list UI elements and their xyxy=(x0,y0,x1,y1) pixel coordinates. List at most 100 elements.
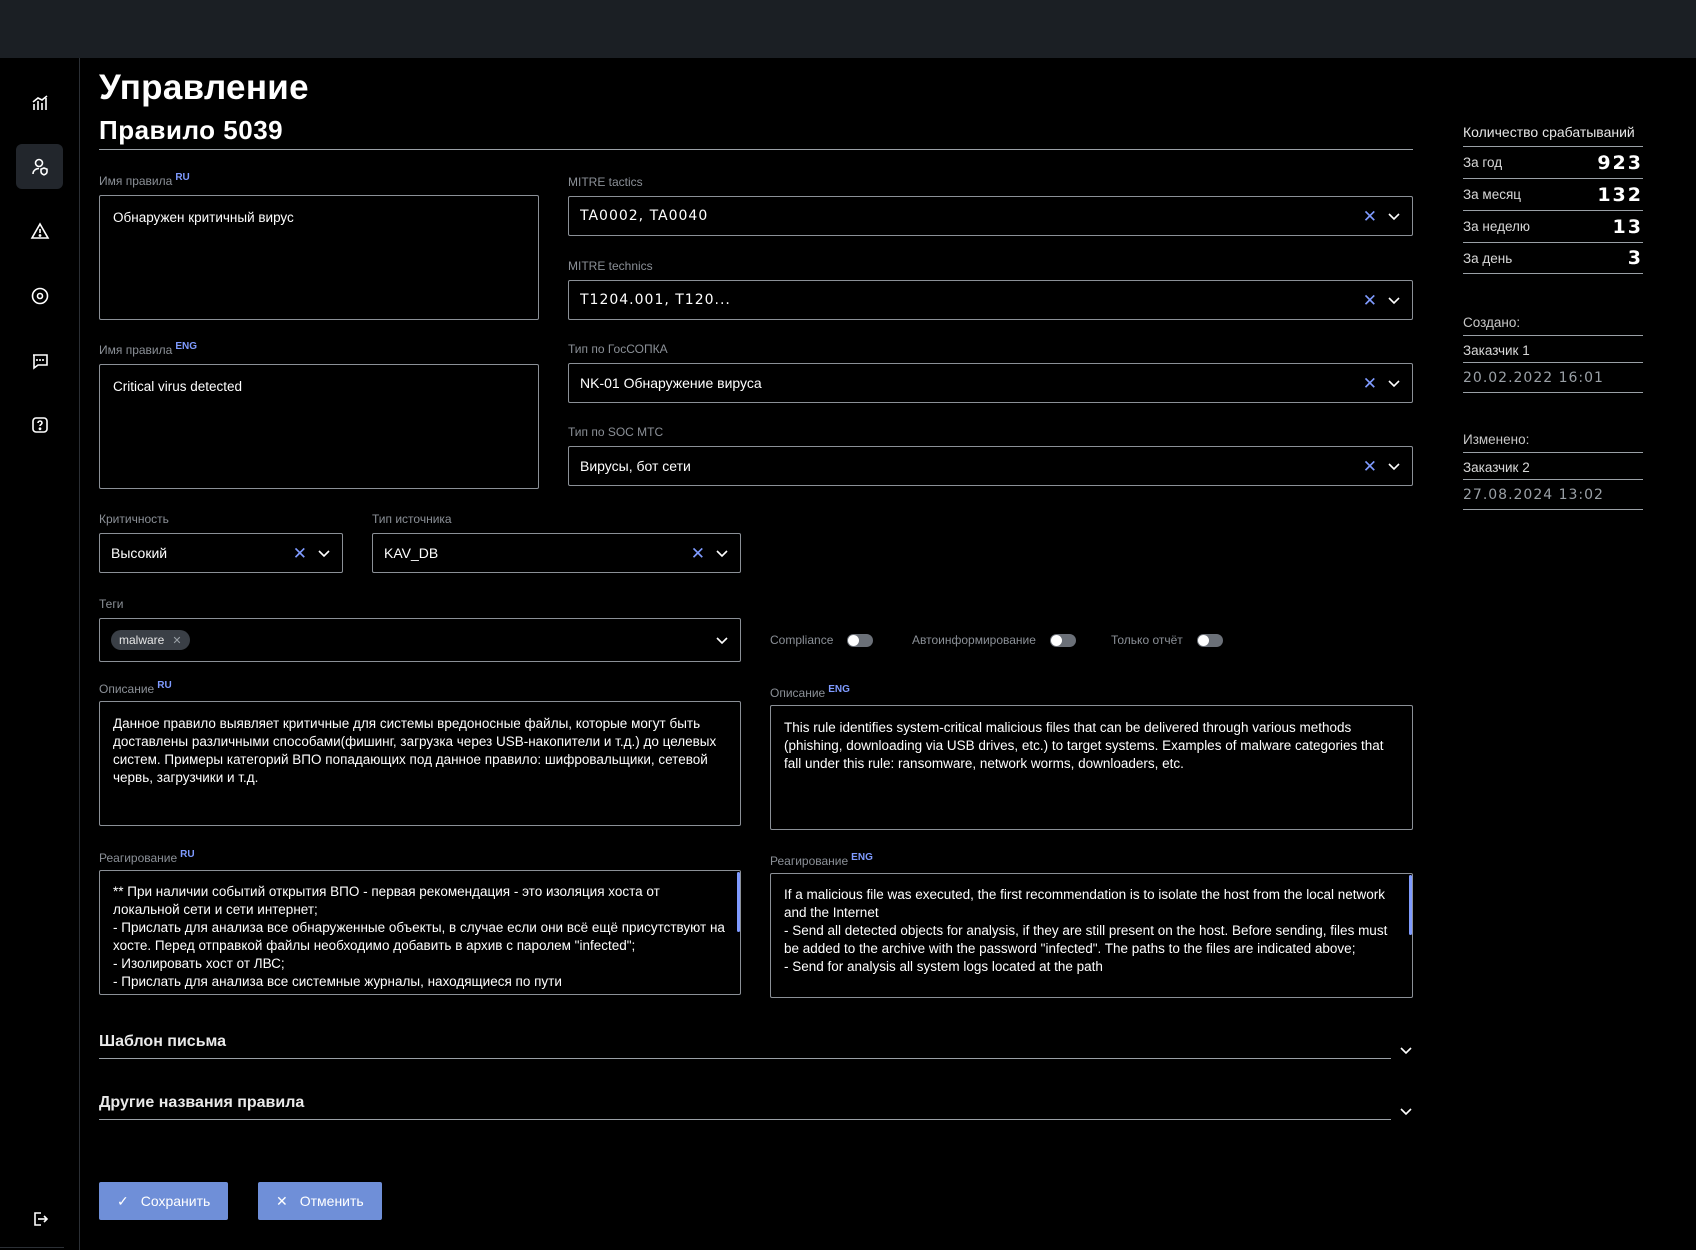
autoinform-toggle[interactable] xyxy=(1049,633,1076,647)
close-icon: ✕ xyxy=(276,1192,288,1209)
save-label: Сохранить xyxy=(140,1193,211,1209)
mail-template-title: Шаблон письма xyxy=(99,1033,227,1050)
desc-ru-input[interactable]: Данное правило выявляет критичные для си… xyxy=(99,701,741,826)
clear-icon[interactable]: ✕ xyxy=(1363,458,1377,475)
mail-template-accordion[interactable]: Шаблон письма xyxy=(99,1029,1413,1065)
clear-icon[interactable]: ✕ xyxy=(691,545,705,562)
user-shield-icon xyxy=(31,158,48,176)
resp-eng-label: Реагирование ENG xyxy=(770,852,873,868)
cancel-label: Отменить xyxy=(299,1193,364,1209)
tags-chip-list: malware ✕ xyxy=(111,630,715,650)
sidebar-divider xyxy=(0,1247,64,1248)
sidebar-item-analytics[interactable] xyxy=(16,80,63,125)
remove-tag-icon[interactable]: ✕ xyxy=(172,634,181,647)
gossopka-value: NK-01 Обнаружение вируса xyxy=(580,375,762,391)
report-only-toggle[interactable] xyxy=(1196,633,1223,647)
compliance-label: Compliance xyxy=(770,633,834,647)
soc-mts-label: Тип по SOC МТС xyxy=(568,425,664,439)
name-eng-label: Имя правила ENG xyxy=(99,341,197,357)
mitre-technics-value: T1204.001, T120... xyxy=(580,292,731,308)
help-icon xyxy=(31,416,48,433)
chevron-down-icon[interactable] xyxy=(317,546,331,560)
triggers-stats-panel: Количество срабатываний За год 923 За ме… xyxy=(1463,124,1643,274)
mitre-tactics-select[interactable]: TA0002, TA0040 ✕ xyxy=(568,196,1413,236)
top-bar xyxy=(0,0,1696,58)
stats-title: Количество срабатываний xyxy=(1463,124,1635,140)
name-eng-input[interactable]: Critical virus detected xyxy=(99,364,539,489)
tag-chip: malware ✕ xyxy=(111,630,190,650)
page-title: Управление xyxy=(99,68,309,107)
mitre-tactics-label: MITRE tactics xyxy=(568,175,643,189)
desc-eng-label: Описание ENG xyxy=(770,684,850,700)
chevron-down-icon[interactable] xyxy=(1399,1104,1413,1118)
resp-ru-label: Реагирование RU xyxy=(99,849,195,865)
accordion-divider xyxy=(99,1058,1391,1059)
modified-by: Заказчик 2 xyxy=(1463,453,1643,480)
modified-at: 27.08.2024 13:02 xyxy=(1463,480,1643,510)
mitre-technics-select[interactable]: T1204.001, T120... ✕ xyxy=(568,280,1413,320)
soc-mts-select[interactable]: Вирусы, бот сети ✕ xyxy=(568,446,1413,486)
gossopka-select[interactable]: NK-01 Обнаружение вируса ✕ xyxy=(568,363,1413,403)
save-button[interactable]: ✓ Сохранить xyxy=(99,1182,229,1220)
tags-label: Теги xyxy=(99,597,124,611)
title-divider xyxy=(99,149,1413,150)
chevron-down-icon[interactable] xyxy=(1387,293,1401,307)
mitre-tactics-value: TA0002, TA0040 xyxy=(580,208,709,224)
resp-eng-input[interactable]: If a malicious file was executed, the fi… xyxy=(770,873,1413,998)
gossopka-label: Тип по ГосСОПКА xyxy=(568,342,668,356)
sidebar-item-chat[interactable] xyxy=(16,338,63,383)
chevron-down-icon[interactable] xyxy=(1399,1043,1413,1057)
other-names-title: Другие названия правила xyxy=(99,1094,305,1111)
desc-eng-input[interactable]: This rule identifies system-critical mal… xyxy=(770,705,1413,830)
mitre-technics-label: MITRE technics xyxy=(568,259,653,273)
resp-ru-input[interactable]: ** При наличии событий открытия ВПО - пе… xyxy=(99,870,741,995)
stat-row-week: За неделю 13 xyxy=(1463,210,1643,242)
desc-ru-label: Описание RU xyxy=(99,680,172,696)
soc-mts-value: Вирусы, бот сети xyxy=(580,458,691,474)
cancel-button[interactable]: ✕ Отменить xyxy=(258,1182,382,1220)
logout-button[interactable] xyxy=(16,1196,63,1241)
sidebar-item-help[interactable] xyxy=(16,402,63,447)
clear-icon[interactable]: ✕ xyxy=(1363,292,1377,309)
target-icon xyxy=(31,287,48,304)
chevron-down-icon[interactable] xyxy=(1387,209,1401,223)
criticality-label: Критичность xyxy=(99,512,169,526)
sidebar-item-alerts[interactable] xyxy=(16,208,63,253)
created-label: Создано: xyxy=(1463,309,1643,336)
rule-title: Правило 5039 xyxy=(99,115,284,145)
clear-icon[interactable]: ✕ xyxy=(1363,208,1377,225)
sidebar xyxy=(0,58,80,1250)
modified-info: Изменено: Заказчик 2 27.08.2024 13:02 xyxy=(1463,426,1643,510)
autoinform-toggle-row: Автоинформирование xyxy=(912,633,1076,647)
chevron-down-icon[interactable] xyxy=(1387,459,1401,473)
name-ru-input[interactable]: Обнаружен критичный вирус xyxy=(99,195,539,320)
tags-select[interactable]: malware ✕ xyxy=(99,618,741,662)
chevron-down-icon[interactable] xyxy=(715,546,729,560)
chart-bars-icon xyxy=(32,94,47,110)
resp-ru-scrollbar[interactable] xyxy=(737,872,740,932)
created-by: Заказчик 1 xyxy=(1463,336,1643,363)
source-type-select[interactable]: KAV_DB ✕ xyxy=(372,533,741,573)
source-type-label: Тип источника xyxy=(372,512,452,526)
criticality-value: Высокий xyxy=(111,545,168,561)
chevron-down-icon[interactable] xyxy=(1387,376,1401,390)
source-type-value: KAV_DB xyxy=(384,545,439,561)
logout-icon xyxy=(33,1211,48,1226)
accordion-divider xyxy=(99,1119,1391,1120)
warning-icon xyxy=(30,221,49,239)
compliance-toggle-row: Compliance xyxy=(770,633,874,647)
stat-row-day: За день 3 xyxy=(1463,242,1643,274)
autoinform-label: Автоинформирование xyxy=(912,633,1036,647)
resp-eng-scrollbar[interactable] xyxy=(1409,875,1412,935)
clear-icon[interactable]: ✕ xyxy=(1363,375,1377,392)
stat-row-year: За год 923 xyxy=(1463,146,1643,178)
criticality-select[interactable]: Высокий ✕ xyxy=(99,533,343,573)
sidebar-item-targets[interactable] xyxy=(16,273,63,318)
clear-icon[interactable]: ✕ xyxy=(293,545,307,562)
modified-label: Изменено: xyxy=(1463,426,1643,453)
sidebar-item-management[interactable] xyxy=(16,144,63,189)
other-names-accordion[interactable]: Другие названия правила xyxy=(99,1090,1413,1126)
chevron-down-icon[interactable] xyxy=(715,633,729,647)
created-info: Создано: Заказчик 1 20.02.2022 16:01 xyxy=(1463,309,1643,393)
compliance-toggle[interactable] xyxy=(847,633,874,647)
